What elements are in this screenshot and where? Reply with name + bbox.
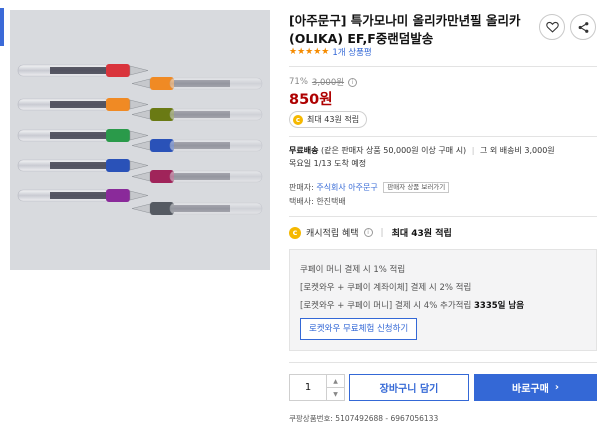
rocket-wow-trial-button[interactable]: 로켓와우 무료체험 신청하기 (300, 318, 418, 340)
product-title: [아주문구] 특가모나미 올리카만년필 올리카 (OLIKA) EF,F중랜덤발… (289, 13, 521, 46)
discount-rate: 71% (289, 77, 308, 87)
shipping-other: 그 외 배송비 3,000원 (479, 146, 555, 155)
cashback-badge-text: 최대 43원 적립 (307, 115, 360, 124)
shipping-info: 무료배송 (같은 판매자 상품 50,000원 이상 구매 시) | 그 외 배… (289, 146, 555, 168)
wishlist-button[interactable] (539, 14, 565, 40)
cash-benefit-label: 캐시적립 혜택 (306, 229, 359, 239)
pen-purple-right (131, 170, 263, 183)
pens-illustration (17, 64, 263, 215)
shipping-condition: (같은 판매자 상품 50,000원 이상 구매 시) (321, 146, 467, 155)
pen-blue-right (131, 139, 263, 152)
pen-orange-right (131, 77, 263, 90)
divider (289, 362, 597, 363)
courier-info: 택배사: 한진택배 (289, 197, 346, 206)
divider (289, 136, 597, 137)
quantity-arrows: ▲ ▼ (326, 375, 344, 400)
seller-label: 판매자: (289, 183, 314, 192)
seller-name-link[interactable]: 주식회사 아주문구 (316, 183, 377, 192)
pen-olive-right (131, 108, 263, 121)
heart-icon (545, 21, 559, 33)
seller-info: 판매자: 주식회사 아주문구 판매자 상품 보러가기 택배사: 한진택배 (289, 181, 450, 209)
quantity-input[interactable] (290, 375, 326, 400)
product-image[interactable] (10, 10, 270, 270)
add-to-cart-button[interactable]: 장바구니 담기 (349, 374, 469, 401)
pen-purple (17, 189, 149, 202)
benefit-line-2: [로켓와우 + 쿠페이 계좌이체] 결제 시 2% 적립 (300, 283, 472, 293)
quantity-down-icon[interactable]: ▼ (327, 387, 344, 400)
buy-now-label: 바로구매 (512, 384, 549, 395)
quantity-up-icon[interactable]: ▲ (327, 375, 344, 387)
original-price: 3,000원 (311, 78, 345, 88)
info-icon[interactable]: i (363, 228, 373, 237)
divider (289, 216, 597, 217)
coin-icon: c (293, 114, 303, 125)
sale-price: 850원 (289, 92, 333, 108)
cashback-badge: c 최대 43원 적립 (289, 111, 368, 128)
benefit-box: 쿠페이 머니 결제 시 1% 적립 [로켓와우 + 쿠페이 계좌이체] 결제 시… (289, 249, 597, 351)
chevron-right-icon: › (554, 382, 559, 393)
buy-now-button[interactable]: 바로구매 › (474, 374, 597, 401)
benefit-line-3-highlight: 3335일 남음 (473, 301, 525, 311)
benefit-line-3-text: [로켓와우 + 쿠페이 머니] 결제 시 4% 추가적립 (300, 301, 472, 311)
pen-gray-right (131, 202, 263, 215)
product-code: 쿠팡상품번호: 5107492688 - 6967056133 (289, 414, 439, 423)
coin-icon: c (289, 226, 301, 239)
pen-green (17, 129, 149, 142)
cash-benefit-row: c 캐시적립 혜택 i | 최대 43원 적립 (289, 226, 452, 239)
share-icon (578, 21, 588, 33)
star-rating: ★★★★★ (289, 47, 330, 57)
pen-red (17, 64, 149, 77)
cash-benefit-max: 최대 43원 적립 (391, 229, 452, 239)
discount-row: 71% 3,000원 i (289, 76, 358, 88)
pen-blue (17, 159, 149, 172)
thumbnail-selected-indicator[interactable] (0, 8, 4, 46)
divider (289, 66, 597, 67)
free-shipping-label: 무료배송 (289, 146, 319, 155)
benefit-line-3: [로켓와우 + 쿠페이 머니] 결제 시 4% 추가적립 3335일 남음 (300, 297, 586, 315)
quantity-stepper[interactable]: ▲ ▼ (289, 374, 345, 401)
share-button[interactable] (570, 14, 596, 40)
rating-row: ★★★★★ 1개 상품평 (289, 46, 372, 58)
benefit-line-1: 쿠페이 머니 결제 시 1% 적립 (300, 265, 406, 275)
review-count-link[interactable]: 1개 상품평 (332, 46, 371, 58)
info-icon[interactable]: i (348, 77, 358, 87)
pen-orange (17, 98, 149, 111)
delivery-eta: 목요일 1/13 도착 예정 (289, 159, 367, 168)
seller-products-button[interactable]: 판매자 상품 보러가기 (383, 182, 450, 193)
